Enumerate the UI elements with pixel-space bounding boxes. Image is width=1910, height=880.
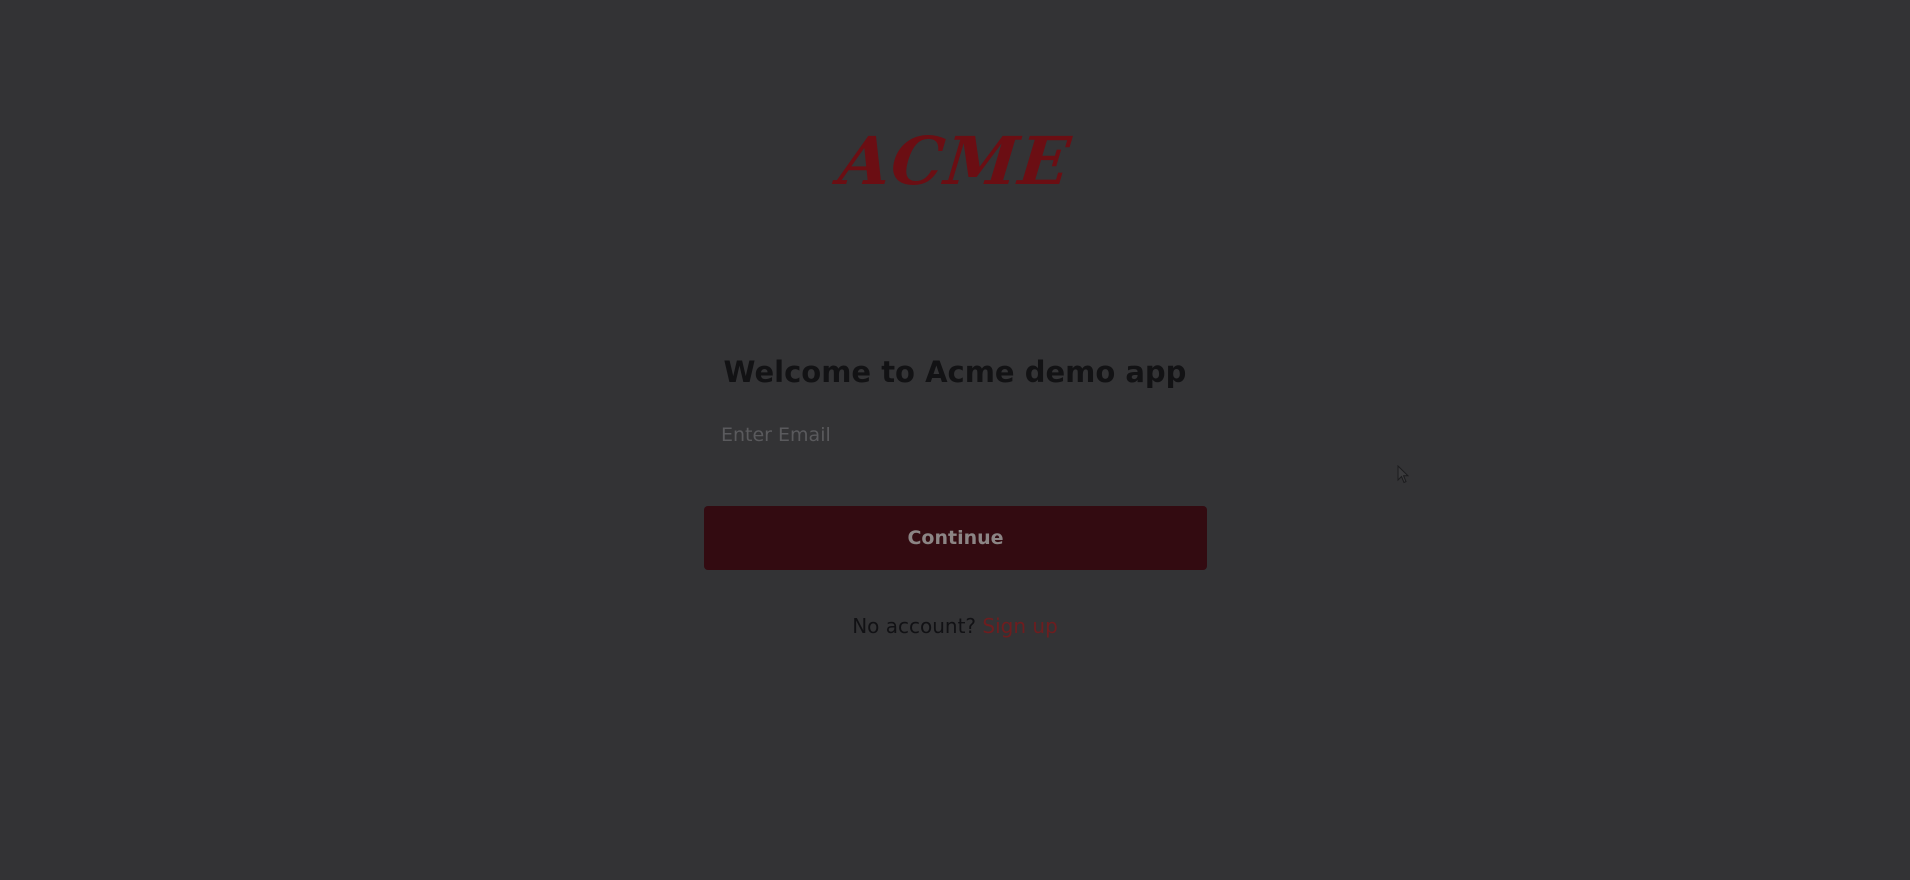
email-field[interactable] [704,415,1206,455]
mouse-pointer-icon [1397,465,1409,484]
no-account-text: No account? [852,614,977,638]
continue-button[interactable]: Continue [704,506,1207,570]
sign-up-link[interactable]: Sign up [982,614,1057,638]
acme-logo: ACME [835,122,1075,200]
page-title: Welcome to Acme demo app [723,355,1187,389]
signup-prompt: No account? Sign up [0,613,1910,639]
